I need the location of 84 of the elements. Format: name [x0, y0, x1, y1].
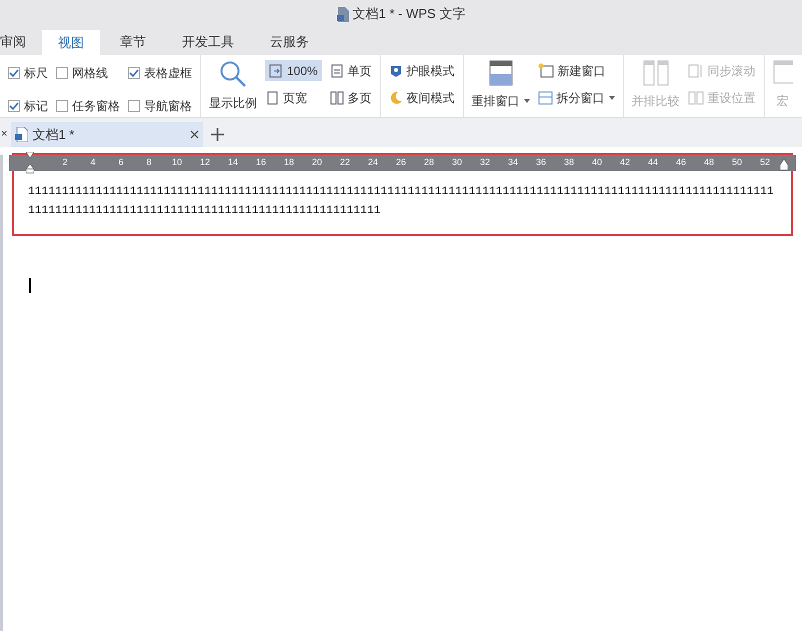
- page-width-button[interactable]: 页宽: [265, 89, 322, 107]
- ruler-number: 18: [282, 156, 295, 170]
- checkmark-icon: [9, 70, 19, 78]
- ribbon-tab[interactable]: 云服务: [254, 28, 325, 55]
- single-page-button[interactable]: 单页: [330, 60, 372, 81]
- ruler-number: 38: [562, 156, 575, 170]
- caret-icon: [524, 99, 530, 103]
- checkbox[interactable]: [56, 100, 68, 112]
- checkbox-label: 导航窗格: [144, 98, 192, 115]
- ribbon-tab[interactable]: 视图: [42, 28, 100, 55]
- ruler-number: 40: [590, 156, 603, 170]
- ribbon-tab[interactable]: 开发工具: [166, 28, 250, 55]
- ruler-number: 52: [758, 156, 771, 170]
- pages-icon: [688, 91, 704, 105]
- checkbox-label: 表格虚框: [144, 65, 192, 82]
- ruler-number: 20: [310, 156, 323, 170]
- add-tab-icon[interactable]: [211, 128, 224, 141]
- ruler-number: 44: [646, 156, 659, 170]
- multi-page-button[interactable]: 多页: [330, 89, 372, 107]
- split-window-icon: [538, 91, 553, 105]
- ruler-number: 14: [226, 156, 239, 170]
- close-icon[interactable]: ×: [1, 126, 8, 143]
- window-title: 文档1 * - WPS 文字: [352, 5, 466, 24]
- pages-icon: [330, 91, 344, 105]
- close-icon[interactable]: [190, 130, 200, 139]
- ruler-number: 12: [198, 156, 211, 170]
- new-window-button[interactable]: 新建窗口: [538, 60, 615, 81]
- ruler-number: 42: [618, 156, 631, 170]
- checkbox-label: 标尺: [24, 65, 48, 82]
- document-text-line: 1111111111111111111111111111111111111111111111111111: [28, 204, 382, 219]
- ribbon-tab[interactable]: 审阅: [0, 28, 38, 55]
- ruler-number: 22: [338, 156, 351, 170]
- ruler-number: 46: [674, 156, 687, 170]
- window-icon: [488, 60, 513, 86]
- page-icon: [265, 91, 279, 105]
- ruler-number: 10: [170, 156, 183, 170]
- eye-mode-button[interactable]: 护眼模式: [388, 60, 455, 81]
- indent-marker-icon[interactable]: [26, 152, 34, 174]
- window-icon: [772, 60, 793, 86]
- ruler-number: 32: [478, 156, 491, 170]
- eye-icon: [388, 64, 403, 78]
- ruler-number: 50: [730, 156, 743, 170]
- right-margin-marker-icon[interactable]: [780, 157, 788, 171]
- night-mode-button[interactable]: 夜间模式: [388, 89, 455, 107]
- ruler-number: 8: [145, 156, 152, 170]
- ruler-number: 16: [254, 156, 267, 170]
- checkbox[interactable]: [8, 67, 20, 80]
- ruler-number: 4: [89, 156, 96, 170]
- page-icon: [269, 64, 283, 78]
- checkmark-icon: [129, 70, 139, 78]
- two-columns-icon: [642, 60, 669, 86]
- checkbox-label: 任务窗格: [72, 98, 120, 115]
- page-icon: [330, 64, 344, 78]
- new-window-icon: [538, 63, 554, 78]
- document-icon: [336, 6, 349, 22]
- document-text-line: 11111111111111111111111111111111111111111111111111111111111111111111111111111111111111111111111111111111111111: [28, 185, 775, 200]
- zoom-100-button[interactable]: 100%: [265, 60, 322, 81]
- page-icon: [688, 64, 704, 78]
- document-icon: [15, 127, 28, 142]
- ribbon-tab[interactable]: 章节: [104, 28, 162, 55]
- ruler-number: 26: [394, 156, 407, 170]
- ruler-number: 24: [366, 156, 379, 170]
- checkbox-label: 网格线: [72, 65, 108, 82]
- ruler-number: 2: [61, 156, 68, 170]
- checkbox[interactable]: [56, 67, 68, 80]
- ruler-number: 6: [117, 156, 124, 170]
- zoom-button[interactable]: 显示比例: [209, 60, 257, 112]
- text-cursor: [29, 278, 30, 293]
- ruler-number: 34: [506, 156, 519, 170]
- checkbox[interactable]: [128, 100, 140, 112]
- arrange-windows-button[interactable]: 重排窗口: [472, 60, 530, 110]
- checkbox[interactable]: [128, 67, 140, 80]
- moon-icon: [388, 91, 403, 105]
- ruler-number: 28: [422, 156, 435, 170]
- caret-icon: [608, 96, 615, 100]
- checkmark-icon: [9, 102, 19, 110]
- checkbox[interactable]: [8, 100, 20, 112]
- ruler-number: 36: [534, 156, 547, 170]
- document-tab[interactable]: 文档1 *: [11, 122, 204, 147]
- checkbox-label: 标记: [24, 98, 48, 115]
- ruler-number: 48: [702, 156, 715, 170]
- search-icon: [219, 60, 247, 88]
- split-window-button[interactable]: 拆分窗口: [538, 89, 615, 107]
- ruler-number: 30: [450, 156, 463, 170]
